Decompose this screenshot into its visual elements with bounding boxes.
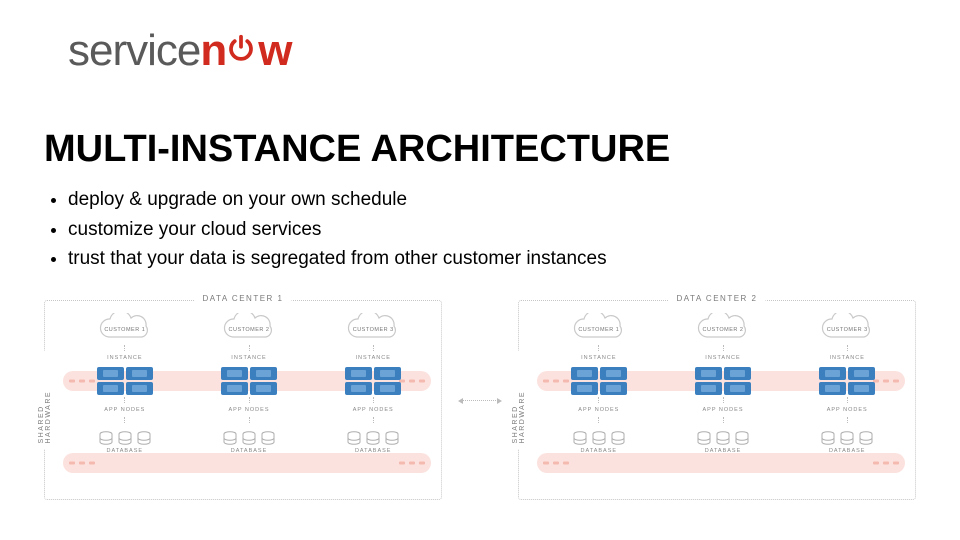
- logo-word-service: service: [68, 26, 200, 75]
- app-node-chips: [695, 367, 751, 395]
- appnodes-label: APP NODES: [703, 407, 744, 413]
- cloud-icon: CUSTOMER 3: [813, 313, 881, 343]
- customer-column: CUSTOMER 1 INSTANCE APP NODES DATABASE: [543, 313, 655, 489]
- datacenter-1-title: DATA CENTER 1: [195, 294, 292, 303]
- bullet-item: customize your cloud services: [68, 216, 607, 244]
- datacenter-2-box: DATA CENTER 2 SHARED HARDWARE CUSTOMER 1…: [518, 300, 916, 500]
- customer-column: CUSTOMER 3 INSTANCE APP NODES DATABASE: [317, 313, 429, 489]
- database-label: DATABASE: [705, 448, 742, 454]
- datacenter-1-columns: CUSTOMER 1 INSTANCE APP NODES DATABASE: [69, 313, 429, 489]
- customer-label: CUSTOMER 1: [578, 327, 619, 333]
- shared-hardware-label: SHARED HARDWARE: [512, 351, 526, 450]
- customer-column: CUSTOMER 2 INSTANCE APP NODES DATABASE: [667, 313, 779, 489]
- cloud-icon: CUSTOMER 1: [91, 313, 159, 343]
- customer-column: CUSTOMER 3 INSTANCE APP NODES DATABASE: [791, 313, 903, 489]
- customer-label: CUSTOMER 2: [703, 327, 744, 333]
- cloud-icon: CUSTOMER 3: [339, 313, 407, 343]
- cloud-icon: CUSTOMER 2: [215, 313, 283, 343]
- database-icons: [821, 431, 873, 446]
- logo-word-now-post: w: [258, 26, 291, 75]
- instance-label: INSTANCE: [705, 355, 740, 361]
- servicenow-logo: servicenw: [68, 26, 292, 76]
- shared-hardware-label: SHARED HARDWARE: [38, 351, 52, 450]
- instance-label: INSTANCE: [231, 355, 266, 361]
- customer-column: CUSTOMER 1 INSTANCE APP NODES DATABASE: [69, 313, 181, 489]
- app-node-chips: [345, 367, 401, 395]
- app-node-chips: [819, 367, 875, 395]
- database-icon: [99, 431, 113, 446]
- bullet-list: deploy & upgrade on your own schedule cu…: [68, 186, 607, 275]
- database-icons: [99, 431, 151, 446]
- customer-label: CUSTOMER 3: [827, 327, 868, 333]
- slide-title: MULTI-INSTANCE ARCHITECTURE: [44, 128, 670, 171]
- cloud-icon: CUSTOMER 2: [689, 313, 757, 343]
- bullet-item: trust that your data is segregated from …: [68, 245, 607, 273]
- datacenter-connector-arrow: [462, 400, 498, 401]
- datacenter-2-title: DATA CENTER 2: [669, 294, 766, 303]
- customer-column: CUSTOMER 2 INSTANCE APP NODES DATABASE: [193, 313, 305, 489]
- database-label: DATABASE: [829, 448, 866, 454]
- appnodes-label: APP NODES: [104, 407, 145, 413]
- instance-label: INSTANCE: [356, 355, 391, 361]
- database-icons: [347, 431, 399, 446]
- appnodes-label: APP NODES: [353, 407, 394, 413]
- customer-label: CUSTOMER 2: [229, 327, 270, 333]
- customer-label: CUSTOMER 3: [353, 327, 394, 333]
- instance-label: INSTANCE: [581, 355, 616, 361]
- database-label: DATABASE: [355, 448, 392, 454]
- database-label: DATABASE: [581, 448, 618, 454]
- datacenter-1-box: DATA CENTER 1 SHARED HARDWARE CUSTOMER 1…: [44, 300, 442, 500]
- database-label: DATABASE: [231, 448, 268, 454]
- app-node-chips: [221, 367, 277, 395]
- appnodes-label: APP NODES: [578, 407, 619, 413]
- appnodes-label: APP NODES: [229, 407, 270, 413]
- database-icons: [223, 431, 275, 446]
- database-icons: [697, 431, 749, 446]
- app-node-chips: [97, 367, 153, 395]
- database-icon: [118, 431, 132, 446]
- database-icons: [573, 431, 625, 446]
- architecture-diagram: DATA CENTER 1 SHARED HARDWARE CUSTOMER 1…: [44, 300, 916, 500]
- database-label: DATABASE: [107, 448, 144, 454]
- app-node-chips: [571, 367, 627, 395]
- bullet-item: deploy & upgrade on your own schedule: [68, 186, 607, 214]
- instance-label: INSTANCE: [830, 355, 865, 361]
- cloud-icon: CUSTOMER 1: [565, 313, 633, 343]
- datacenter-2-columns: CUSTOMER 1 INSTANCE APP NODES DATABASE: [543, 313, 903, 489]
- database-icon: [137, 431, 151, 446]
- customer-label: CUSTOMER 1: [104, 327, 145, 333]
- instance-label: INSTANCE: [107, 355, 142, 361]
- logo-word-now-pre: n: [200, 26, 226, 75]
- appnodes-label: APP NODES: [827, 407, 868, 413]
